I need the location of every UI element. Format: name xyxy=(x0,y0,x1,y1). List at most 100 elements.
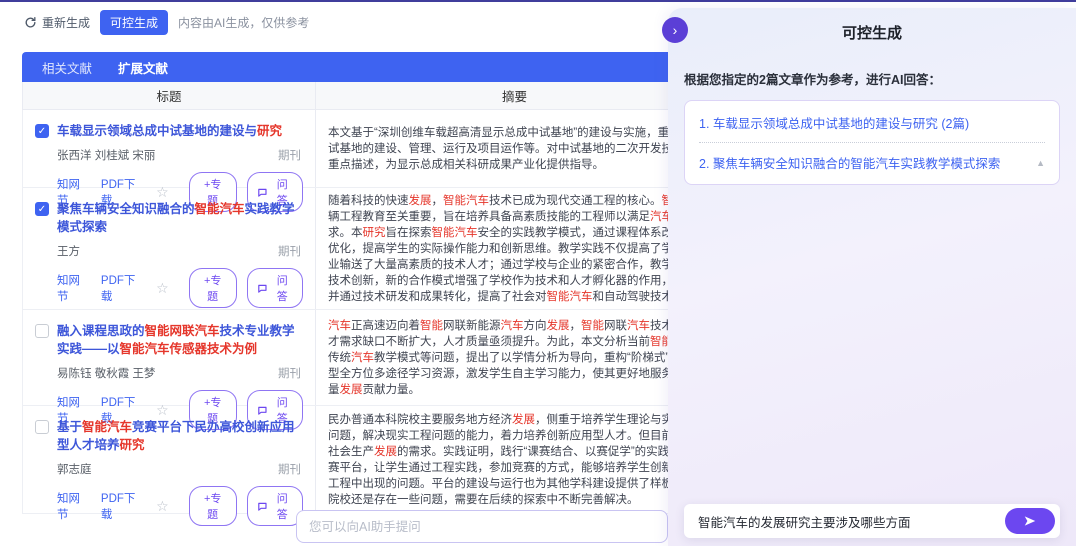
text-segment: 传统 xyxy=(328,352,351,364)
abstract-line: 求。本研究旨在探索智能汽车安全的实践教学模式，通过课程体系改革、实验教学创新及 xyxy=(328,225,701,241)
panel-query-box xyxy=(684,504,1060,538)
text-segment: 社会生产 xyxy=(328,446,374,458)
paper-title-link[interactable]: 基于智能汽车竞赛平台下民办高校创新应用型人才培养研究 xyxy=(57,418,303,454)
abstract-line: 民办普通本科院校主要服务地方经济发展，侧重于培养学生理论与实践的结合能力，注 xyxy=(328,412,701,428)
highlight-keyword: 发展 xyxy=(547,320,570,332)
triangle-up-icon[interactable]: ▲ xyxy=(1036,158,1045,168)
highlight-keyword: 智能汽车 xyxy=(195,202,245,216)
paper-title-link[interactable]: 聚焦车辆安全知识融合的智能汽车实践教学模式探索 xyxy=(57,200,303,236)
text-segment: 的需求。实践证明，践行“课赛结合、以赛促学”的实践育人体系，搭建 xyxy=(397,446,713,458)
controllable-generate-button[interactable]: 可控生成 xyxy=(100,10,168,35)
title-line: 融入课程思政的智能网联汽车技术专业教学实践——以智能汽车传感器技术为例 xyxy=(35,322,303,358)
panel-instruction: 根据您指定的2篇文章作为参考，进行AI回答： xyxy=(684,69,1060,88)
add-topic-button[interactable]: +专题 xyxy=(189,486,237,526)
row-checkbox[interactable] xyxy=(35,324,49,338)
row-checkbox[interactable]: ✓ xyxy=(35,202,49,216)
chat-bubble-icon xyxy=(257,283,268,294)
paper-title-cell: ✓ 聚焦车辆安全知识融合的智能汽车实践教学模式探索王方 期刊知网节 PDF下载 ☆ +专题… xyxy=(23,188,316,309)
cnki-link[interactable]: 知网节 xyxy=(57,272,91,304)
tab-expanded-literature[interactable]: 扩展文献 xyxy=(118,58,168,77)
star-icon[interactable]: ☆ xyxy=(156,499,169,513)
reference-divider xyxy=(699,142,1045,143)
text-segment: 赛平台，让学生通过工程实践，参加竞赛的方式，能够培养学生创新应用能力，切实解 xyxy=(328,462,713,474)
paper-abstract: 汽车正高速迈向着智能网联新能源汽车方向发展，智能网联汽车技术专业应运而生，智能网… xyxy=(316,310,713,405)
highlight-keyword: 研究 xyxy=(363,227,386,239)
panel-title: 可控生成 xyxy=(668,22,1076,43)
paper-source-badge: 期刊 xyxy=(278,461,301,477)
abstract-line: 工程中出现的问题。平台的建设与运行也为其他学科建设提供了样板。在培养学生的过 xyxy=(328,476,701,492)
text-segment: 技术已成为现代交通工程的核心。 xyxy=(489,195,662,207)
abstract-line: 本文基于“深圳创维车载超高清显示总成中试基地”的建设与实施，重点讨论车载显示总 xyxy=(328,125,701,141)
assistant-question-input[interactable] xyxy=(296,510,668,543)
text-segment: 正高速迈向着 xyxy=(351,320,420,332)
text-segment: 优化，提高学生的实际操作能力和创新思维。教学实践不仅提高了学生的就业率，也为 xyxy=(328,243,713,255)
abstract-line: 传统汽车教学模式等问题，提出了以学情分析为导向，重构“阶梯式”模块化课程，构 xyxy=(328,350,701,366)
reference-item-2[interactable]: 2. 聚焦车辆安全知识融合的智能汽车实践教学模式探索 ▲ xyxy=(699,153,1045,172)
window-top-border xyxy=(0,0,1076,2)
text-segment: 量 xyxy=(328,384,340,396)
text-segment: 才需求缺口不断扩大，人才质量亟须提升。为此，本文分析当前 xyxy=(328,336,650,348)
paper-authors: 王方 xyxy=(57,243,80,259)
abstract-line: 量发展贡献力量。 xyxy=(328,382,701,398)
abstract-line: 重点描述，为显示总成相关科研成果产业化提供指导。 xyxy=(328,157,701,173)
abstract-line: 辆工程教育至关重要，旨在培养具备高素质技能的工程师以满足汽车工业快速发展和技术 xyxy=(328,209,701,225)
abstract-line: 型全方位多途径学习资源，激发学生自主学习能力，使其更好地服务新质生产力，为现 xyxy=(328,366,701,382)
table-body: ✓车载显示领域总成中试基地的建设与研究张西洋 刘桂斌 宋丽期刊知网节PDF下载☆… xyxy=(22,110,714,514)
column-header-title: 标题 xyxy=(23,82,316,109)
text-segment: 问题，解决现实工程问题的能力，着力培养创新应用型人才。但目前传统的教育模式已 xyxy=(328,430,713,442)
text-segment: 重点描述，为显示总成相关科研成果产业化提供指导。 xyxy=(328,159,604,171)
ai-disclaimer: 内容由AI生成，仅供参考 xyxy=(178,14,309,31)
paper-meta: 张西洋 刘桂斌 宋丽 期刊 xyxy=(57,147,301,163)
highlight-keyword: 汽车 xyxy=(351,352,374,364)
text-segment: 工程中出现的问题。平台的建设与运行也为其他学科建设提供了样板。在培养学生的过 xyxy=(328,478,713,490)
panel-collapse-button[interactable]: › xyxy=(662,17,688,43)
paper-title-link[interactable]: 车载显示领域总成中试基地的建设与研究 xyxy=(57,122,282,140)
pdf-download-link[interactable]: PDF下载 xyxy=(101,490,146,522)
text-segment: 求。本 xyxy=(328,227,363,239)
send-button[interactable] xyxy=(1005,508,1055,534)
refresh-icon xyxy=(24,16,37,29)
qa-button-label: 问答 xyxy=(271,272,293,304)
paper-title-cell: 基于智能汽车竞赛平台下民办高校创新应用型人才培养研究郭志庭期刊知网节PDF下载☆… xyxy=(23,406,316,513)
text-segment: 本文基于“深圳创维车载超高清显示总成中试基地”的建设与实施，重点讨论车载显示总 xyxy=(328,127,713,139)
paper-authors: 张西洋 刘桂斌 宋丽 xyxy=(57,147,155,163)
text-segment: ， xyxy=(432,195,444,207)
pdf-download-link[interactable]: PDF下载 xyxy=(101,272,146,304)
paper-source-badge: 期刊 xyxy=(278,147,301,163)
paper-actions: 知网节 PDF下载 ☆ +专题 问答 xyxy=(57,268,303,308)
row-checkbox[interactable] xyxy=(35,420,49,434)
add-topic-button[interactable]: +专题 xyxy=(189,268,237,308)
text-segment: 型全方位多途径学习资源，激发学生自主学习能力，使其更好地服务新质生产力，为现 xyxy=(328,368,713,380)
paper-title-link[interactable]: 融入课程思政的智能网联汽车技术专业教学实践——以智能汽车传感器技术为例 xyxy=(57,322,303,358)
chevron-right-icon: › xyxy=(673,22,678,38)
text-segment: 随着科技的快速 xyxy=(328,195,409,207)
abstract-line: 院校还是存在一些问题，需要在后续的探索中不断完善解决。 xyxy=(328,492,701,508)
qa-button[interactable]: 问答 xyxy=(247,268,303,308)
highlight-keyword: 发展 xyxy=(409,195,432,207)
reference-item-1[interactable]: 1. 车载显示领域总成中试基地的建设与研究 (2篇) xyxy=(699,113,1045,132)
row-checkbox[interactable]: ✓ xyxy=(35,124,49,138)
table-tabs: 相关文献 扩展文献 xyxy=(22,52,714,82)
paper-source-badge: 期刊 xyxy=(278,243,301,259)
highlight-keyword: 发展 xyxy=(340,384,363,396)
controllable-generation-panel: › 可控生成 根据您指定的2篇文章作为参考，进行AI回答： 1. 车载显示领域总… xyxy=(668,8,1076,546)
highlight-keyword: 智能汽车 xyxy=(432,227,478,239)
panel-query-input[interactable] xyxy=(696,513,1005,529)
regenerate-button[interactable]: 重新生成 xyxy=(24,14,90,31)
table-row: ✓ 聚焦车辆安全知识融合的智能汽车实践教学模式探索王方 期刊知网节 PDF下载 ☆ +专题… xyxy=(22,188,714,310)
text-segment: 辆工程教育至关重要，旨在培养具备高素质技能的工程师以满足 xyxy=(328,211,650,223)
tab-related-literature[interactable]: 相关文献 xyxy=(42,58,92,77)
reference-item-label: 2. 聚焦车辆安全知识融合的智能汽车实践教学模式探索 xyxy=(699,153,1000,172)
title-line: 基于智能汽车竞赛平台下民办高校创新应用型人才培养研究 xyxy=(35,418,303,454)
highlight-keyword: 汽车 xyxy=(627,320,650,332)
qa-button[interactable]: 问答 xyxy=(247,486,303,526)
chat-bubble-icon xyxy=(257,501,268,512)
cnki-link[interactable]: 知网节 xyxy=(57,490,91,522)
star-icon[interactable]: ☆ xyxy=(156,281,169,295)
column-header-abstract: 摘要 xyxy=(316,82,713,109)
highlight-keyword: 汽车 xyxy=(501,320,524,332)
text-segment: 试基地的建设、管理、运行及项目运作等。对中试基地的二次开发技术、 xyxy=(328,143,696,155)
paper-actions: 知网节 PDF下载 ☆ +专题问答 xyxy=(57,486,303,526)
paper-meta: 郭志庭期刊 xyxy=(57,461,301,477)
paper-authors: 易陈钰 敬秋霞 王梦 xyxy=(57,365,155,381)
